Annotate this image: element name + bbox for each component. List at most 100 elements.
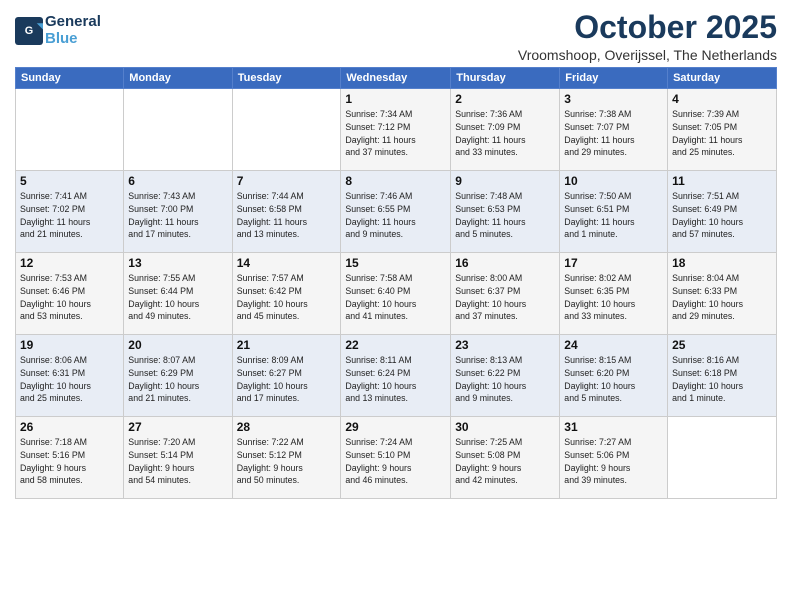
cell-w1-d2 (232, 89, 341, 171)
cell-w5-d2: 28Sunrise: 7:22 AM Sunset: 5:12 PM Dayli… (232, 417, 341, 499)
cell-w4-d1: 20 Sunrise: 8:07 AM Sunset: 6:29 PM Dayli… (124, 335, 232, 417)
day-number: 15 (345, 256, 446, 270)
day-number: 25 (672, 338, 772, 352)
day-number: 26 (20, 420, 119, 434)
day-number: 10 (564, 174, 663, 188)
cell-w4-d2: 21 Sunrise: 8:09 AM Sunset: 6:27 PM Dayli… (232, 335, 341, 417)
day-number: 17 (564, 256, 663, 270)
week-row-2: 5Sunrise: 7:41 AM Sunset: 7:02 PM Daylig… (16, 171, 777, 253)
calendar-table: Sunday Monday Tuesday Wednesday Thursday… (15, 67, 777, 499)
cell-w5-d1: 27 Sunrise: 7:20 AM Sunset: 5:14 PM Dayli… (124, 417, 232, 499)
cell-w1-d4: 2 Sunrise: 7:36 AM Sunset: 7:09 PM Daylig… (451, 89, 560, 171)
day-number: 9 (455, 174, 555, 188)
day-info: Sunrise: 7:34 AM Sunset: 7:12 PM Dayligh… (345, 108, 446, 159)
day-number: 28 (237, 420, 337, 434)
cell-w4-d4: 23Sunrise: 8:13 AM Sunset: 6:22 PM Dayli… (451, 335, 560, 417)
day-number: 21 (237, 338, 337, 352)
day-number: 2 (455, 92, 555, 106)
cell-w4-d5: 24 Sunrise: 8:15 AM Sunset: 6:20 PM Dayli… (560, 335, 668, 417)
cell-w2-d3: 8 Sunrise: 7:46 AM Sunset: 6:55 PM Daylig… (341, 171, 451, 253)
cell-w4-d6: 25 Sunrise: 8:16 AM Sunset: 6:18 PM Dayli… (668, 335, 777, 417)
day-info: Sunrise: 7:58 AM Sunset: 6:40 PM Dayligh… (345, 272, 446, 323)
cell-w2-d1: 6 Sunrise: 7:43 AM Sunset: 7:00 PM Daylig… (124, 171, 232, 253)
day-number: 1 (345, 92, 446, 106)
day-number: 31 (564, 420, 663, 434)
day-number: 27 (128, 420, 227, 434)
day-number: 18 (672, 256, 772, 270)
day-number: 24 (564, 338, 663, 352)
day-info: Sunrise: 8:09 AM Sunset: 6:27 PM Dayligh… (237, 354, 337, 405)
day-number: 6 (128, 174, 227, 188)
day-info: Sunrise: 7:55 AM Sunset: 6:44 PM Dayligh… (128, 272, 227, 323)
cell-w1-d5: 3Sunrise: 7:38 AM Sunset: 7:07 PM Daylig… (560, 89, 668, 171)
cell-w3-d0: 12 Sunrise: 7:53 AM Sunset: 6:46 PM Dayli… (16, 253, 124, 335)
day-info: Sunrise: 7:51 AM Sunset: 6:49 PM Dayligh… (672, 190, 772, 241)
day-info: Sunrise: 8:02 AM Sunset: 6:35 PM Dayligh… (564, 272, 663, 323)
week-row-4: 19 Sunrise: 8:06 AM Sunset: 6:31 PM Dayli… (16, 335, 777, 417)
header-saturday: Saturday (668, 68, 777, 89)
logo-text: General Blue (45, 14, 101, 47)
header: G General Blue October 2025 Vroomshoop, … (15, 10, 777, 63)
header-monday: Monday (124, 68, 232, 89)
day-number: 4 (672, 92, 772, 106)
day-number: 7 (237, 174, 337, 188)
location-title: Vroomshoop, Overijssel, The Netherlands (518, 47, 777, 63)
day-number: 12 (20, 256, 119, 270)
day-number: 11 (672, 174, 772, 188)
header-tuesday: Tuesday (232, 68, 341, 89)
header-friday: Friday (560, 68, 668, 89)
day-number: 16 (455, 256, 555, 270)
day-info: Sunrise: 7:24 AM Sunset: 5:10 PM Dayligh… (345, 436, 446, 487)
day-info: Sunrise: 8:15 AM Sunset: 6:20 PM Dayligh… (564, 354, 663, 405)
cell-w3-d1: 13Sunrise: 7:55 AM Sunset: 6:44 PM Dayli… (124, 253, 232, 335)
day-info: Sunrise: 7:36 AM Sunset: 7:09 PM Dayligh… (455, 108, 555, 159)
page-container: G General Blue October 2025 Vroomshoop, … (0, 0, 792, 504)
svg-text:G: G (25, 25, 33, 37)
cell-w3-d5: 17 Sunrise: 8:02 AM Sunset: 6:35 PM Dayli… (560, 253, 668, 335)
day-info: Sunrise: 8:06 AM Sunset: 6:31 PM Dayligh… (20, 354, 119, 405)
day-info: Sunrise: 8:00 AM Sunset: 6:37 PM Dayligh… (455, 272, 555, 323)
cell-w2-d4: 9 Sunrise: 7:48 AM Sunset: 6:53 PM Daylig… (451, 171, 560, 253)
cell-w3-d4: 16 Sunrise: 8:00 AM Sunset: 6:37 PM Dayli… (451, 253, 560, 335)
day-info: Sunrise: 8:04 AM Sunset: 6:33 PM Dayligh… (672, 272, 772, 323)
title-block: October 2025 Vroomshoop, Overijssel, The… (518, 10, 777, 63)
week-row-3: 12 Sunrise: 7:53 AM Sunset: 6:46 PM Dayli… (16, 253, 777, 335)
day-info: Sunrise: 8:07 AM Sunset: 6:29 PM Dayligh… (128, 354, 227, 405)
day-info: Sunrise: 7:25 AM Sunset: 5:08 PM Dayligh… (455, 436, 555, 487)
day-info: Sunrise: 7:43 AM Sunset: 7:00 PM Dayligh… (128, 190, 227, 241)
day-info: Sunrise: 8:16 AM Sunset: 6:18 PM Dayligh… (672, 354, 772, 405)
cell-w1-d1 (124, 89, 232, 171)
day-info: Sunrise: 8:13 AM Sunset: 6:22 PM Dayligh… (455, 354, 555, 405)
cell-w2-d6: 11 Sunrise: 7:51 AM Sunset: 6:49 PM Dayli… (668, 171, 777, 253)
day-number: 29 (345, 420, 446, 434)
cell-w4-d3: 22Sunrise: 8:11 AM Sunset: 6:24 PM Dayli… (341, 335, 451, 417)
cell-w3-d6: 18 Sunrise: 8:04 AM Sunset: 6:33 PM Dayli… (668, 253, 777, 335)
day-info: Sunrise: 7:53 AM Sunset: 6:46 PM Dayligh… (20, 272, 119, 323)
day-info: Sunrise: 7:18 AM Sunset: 5:16 PM Dayligh… (20, 436, 119, 487)
cell-w2-d5: 10Sunrise: 7:50 AM Sunset: 6:51 PM Dayli… (560, 171, 668, 253)
cell-w2-d0: 5Sunrise: 7:41 AM Sunset: 7:02 PM Daylig… (16, 171, 124, 253)
cell-w5-d6 (668, 417, 777, 499)
cell-w5-d0: 26 Sunrise: 7:18 AM Sunset: 5:16 PM Dayli… (16, 417, 124, 499)
day-info: Sunrise: 7:48 AM Sunset: 6:53 PM Dayligh… (455, 190, 555, 241)
day-number: 8 (345, 174, 446, 188)
cell-w5-d5: 31 Sunrise: 7:27 AM Sunset: 5:06 PM Dayli… (560, 417, 668, 499)
day-number: 20 (128, 338, 227, 352)
cell-w3-d2: 14 Sunrise: 7:57 AM Sunset: 6:42 PM Dayli… (232, 253, 341, 335)
header-thursday: Thursday (451, 68, 560, 89)
cell-w2-d2: 7Sunrise: 7:44 AM Sunset: 6:58 PM Daylig… (232, 171, 341, 253)
day-info: Sunrise: 7:27 AM Sunset: 5:06 PM Dayligh… (564, 436, 663, 487)
day-info: Sunrise: 7:57 AM Sunset: 6:42 PM Dayligh… (237, 272, 337, 323)
day-number: 19 (20, 338, 119, 352)
day-info: Sunrise: 7:41 AM Sunset: 7:02 PM Dayligh… (20, 190, 119, 241)
day-info: Sunrise: 7:46 AM Sunset: 6:55 PM Dayligh… (345, 190, 446, 241)
day-info: Sunrise: 7:20 AM Sunset: 5:14 PM Dayligh… (128, 436, 227, 487)
cell-w3-d3: 15 Sunrise: 7:58 AM Sunset: 6:40 PM Dayli… (341, 253, 451, 335)
weekday-header-row: Sunday Monday Tuesday Wednesday Thursday… (16, 68, 777, 89)
month-title: October 2025 (518, 10, 777, 45)
day-number: 30 (455, 420, 555, 434)
cell-w1-d3: 1 Sunrise: 7:34 AM Sunset: 7:12 PM Daylig… (341, 89, 451, 171)
day-number: 14 (237, 256, 337, 270)
week-row-5: 26 Sunrise: 7:18 AM Sunset: 5:16 PM Dayli… (16, 417, 777, 499)
day-number: 3 (564, 92, 663, 106)
